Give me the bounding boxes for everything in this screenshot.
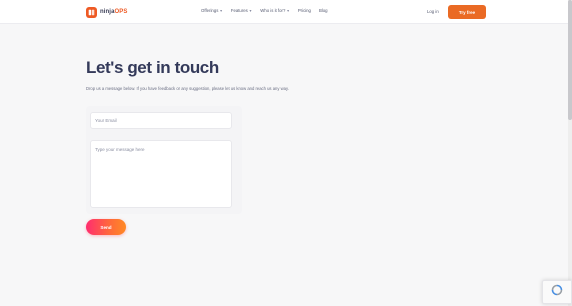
email-field[interactable] [90,112,232,129]
nav-item-label: Offerings [201,8,219,13]
message-field[interactable] [90,140,232,208]
nav-item-features[interactable]: Features ▼ [231,8,252,13]
brand-logo[interactable]: ninjaOPS [86,5,128,19]
logo-mark-icon [86,6,97,18]
nav-item-blog[interactable]: Blog [319,8,328,13]
try-free-button[interactable]: Try free [448,5,486,19]
send-button[interactable]: Send [86,219,126,235]
nav-item-pricing[interactable]: Pricing [298,8,311,13]
chevron-down-icon: ▼ [219,8,223,13]
brand-name: ninjaOPS [100,9,128,15]
nav-item-label: Pricing [297,8,311,13]
chevron-down-icon: ▼ [248,8,253,13]
scrollbar-thumb[interactable] [568,0,572,120]
recaptcha-badge[interactable] [542,280,572,304]
brand-name-suffix: OPS [114,9,128,15]
nav-item-offerings[interactable]: Offerings ▼ [201,8,223,13]
login-link[interactable]: Log in [427,9,439,14]
nav-item-who-is-it-for[interactable]: Who is it for? ▼ [260,8,290,13]
nav-item-label: Blog [318,8,328,13]
page-title: Let's get in touch [86,58,219,77]
recaptcha-icon [551,283,563,301]
nav-item-label: Features [230,8,248,13]
intro-text: Drop us a message below. If you have fee… [86,86,289,91]
main-nav: Offerings ▼ Features ▼ Who is it for? ▼ … [201,8,328,13]
nav-item-label: Who is it for? [260,8,286,13]
chevron-down-icon: ▼ [286,8,290,13]
brand-name-prefix: ninja [100,9,115,15]
top-navigation-bar: ninjaOPS Offerings ▼ Features ▼ Who is i… [0,0,572,24]
